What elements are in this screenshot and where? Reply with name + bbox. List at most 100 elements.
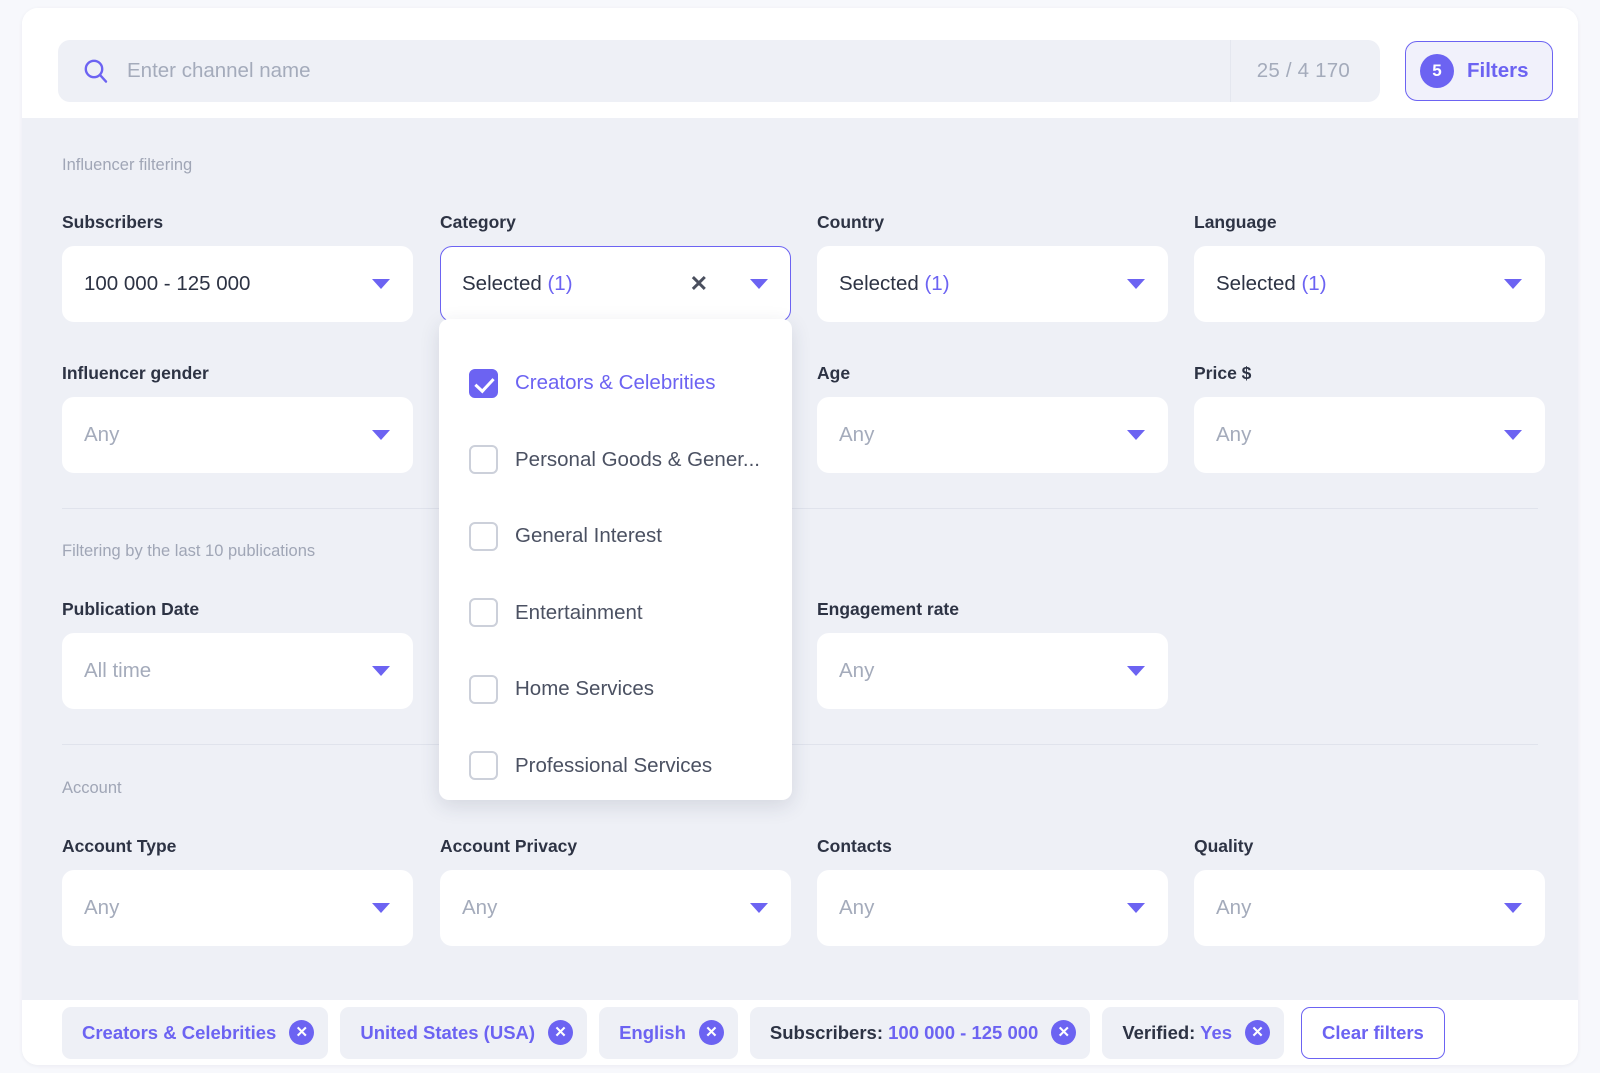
age-select[interactable]: Any xyxy=(817,397,1168,473)
category-dropdown-menu[interactable]: Creators & Celebrities Personal Goods & G… xyxy=(439,319,792,800)
contacts-select[interactable]: Any xyxy=(817,870,1168,946)
filter-chip-value: 100 000 - 125 000 xyxy=(888,1021,1039,1043)
language-value: Selected (1) xyxy=(1216,272,1327,296)
chevron-down-icon xyxy=(372,666,390,676)
field-label-quality: Quality xyxy=(1194,836,1254,856)
field-label-influencer-gender: Influencer gender xyxy=(62,363,209,383)
category-value-text: Selected xyxy=(462,272,542,295)
category-option-label: General Interest xyxy=(515,524,662,548)
field-age: Age Any xyxy=(817,363,1168,473)
account-privacy-select[interactable]: Any xyxy=(440,870,791,946)
remove-filter-icon[interactable]: ✕ xyxy=(1245,1020,1271,1045)
category-value-count: (1) xyxy=(547,272,573,295)
filters-count-badge: 5 xyxy=(1420,54,1454,88)
field-subscribers: Subscribers 100 000 - 125 000 xyxy=(62,212,413,322)
category-option[interactable]: Home Services xyxy=(439,651,792,728)
price-value: Any xyxy=(1216,423,1252,446)
field-price: Price $ Any xyxy=(1194,363,1545,473)
country-select[interactable]: Selected (1) xyxy=(817,246,1168,322)
checkbox-icon[interactable] xyxy=(469,445,498,475)
publication-date-select[interactable]: All time xyxy=(62,633,413,709)
remove-filter-icon[interactable]: ✕ xyxy=(698,1020,724,1045)
field-label-age: Age xyxy=(817,363,851,383)
chevron-down-icon xyxy=(1127,903,1145,913)
category-select[interactable]: Selected (1) ✕ xyxy=(440,246,791,322)
search-field[interactable]: 25 / 4 170 xyxy=(58,40,1380,102)
chevron-down-icon xyxy=(1504,430,1522,440)
category-option[interactable]: Creators & Celebrities xyxy=(439,345,792,422)
category-value: Selected (1) xyxy=(462,272,573,296)
chevron-down-icon xyxy=(1127,430,1145,440)
filter-chip-label: United States (USA) xyxy=(360,1022,535,1044)
field-label-contacts: Contacts xyxy=(817,836,892,856)
chevron-down-icon xyxy=(1127,666,1145,676)
field-contacts: Contacts Any xyxy=(817,836,1168,946)
filter-chip-label: Verified: Yes xyxy=(1122,1022,1232,1044)
filter-chip-value: Yes xyxy=(1200,1021,1233,1043)
filter-chip[interactable]: Verified: Yes ✕ xyxy=(1102,1006,1285,1059)
contacts-value: Any xyxy=(839,896,875,919)
clear-category-icon[interactable]: ✕ xyxy=(690,273,708,295)
category-option[interactable]: Entertainment xyxy=(439,575,792,652)
clear-filters-button[interactable]: Clear filters xyxy=(1301,1006,1445,1059)
field-label-subscribers: Subscribers xyxy=(62,212,164,232)
filter-chip-label: English xyxy=(619,1022,686,1044)
remove-filter-icon[interactable]: ✕ xyxy=(548,1020,574,1045)
price-select[interactable]: Any xyxy=(1194,397,1545,473)
field-label-price: Price $ xyxy=(1194,363,1252,383)
filter-chip-value: English xyxy=(619,1021,686,1043)
search-icon xyxy=(83,58,109,84)
checkbox-icon[interactable] xyxy=(469,674,498,704)
engagement-rate-select[interactable]: Any xyxy=(817,633,1168,709)
field-account-privacy: Account Privacy Any xyxy=(440,836,791,946)
language-select[interactable]: Selected (1) xyxy=(1194,246,1545,322)
checkbox-icon[interactable] xyxy=(469,598,498,628)
checkbox-icon[interactable] xyxy=(469,751,498,781)
section-caption-influencer: Influencer filtering xyxy=(62,156,193,174)
chevron-down-icon xyxy=(372,903,390,913)
engagement-rate-value: Any xyxy=(839,659,875,682)
category-option-label: Professional Services xyxy=(515,753,713,777)
subscribers-select[interactable]: 100 000 - 125 000 xyxy=(62,246,413,322)
section-caption-publications: Filtering by the last 10 publications xyxy=(62,542,316,560)
filters-panel-window: 25 / 4 170 5 Filters Influencer filterin… xyxy=(22,8,1578,1065)
filter-chip-label: Creators & Celebrities xyxy=(82,1022,276,1044)
search-input[interactable] xyxy=(127,40,1230,102)
chevron-down-icon xyxy=(750,279,768,289)
field-influencer-gender: Influencer gender Any xyxy=(62,363,413,473)
language-value-count: (1) xyxy=(1301,272,1327,295)
filter-chip-prefix: Verified: xyxy=(1122,1021,1201,1043)
category-option[interactable]: Personal Goods & Gener... xyxy=(439,422,792,499)
filter-chip-value: United States (USA) xyxy=(360,1021,536,1043)
field-publication-date: Publication Date All time xyxy=(62,599,413,709)
account-privacy-value: Any xyxy=(462,896,498,919)
filter-chip-label: Subscribers: 100 000 - 125 000 xyxy=(770,1022,1038,1044)
field-account-type: Account Type Any xyxy=(62,836,413,946)
category-option-label: Entertainment xyxy=(515,600,643,624)
checkbox-icon[interactable] xyxy=(469,521,498,551)
results-counter: 25 / 4 170 xyxy=(1256,59,1350,82)
filter-chip[interactable]: United States (USA) ✕ xyxy=(340,1006,588,1059)
quality-select[interactable]: Any xyxy=(1194,870,1545,946)
field-engagement-rate: Engagement rate Any xyxy=(817,599,1168,709)
account-type-select[interactable]: Any xyxy=(62,870,413,946)
category-option[interactable]: General Interest xyxy=(439,498,792,575)
field-label-category: Category xyxy=(440,212,516,232)
chevron-down-icon xyxy=(372,279,390,289)
divider-influencer xyxy=(62,508,1538,509)
remove-filter-icon[interactable]: ✕ xyxy=(289,1020,315,1045)
category-option[interactable]: Professional Services xyxy=(439,728,792,805)
active-filters-bar: Creators & Celebrities ✕ United States (US… xyxy=(22,1000,1578,1065)
chevron-down-icon xyxy=(1504,903,1522,913)
filter-chip[interactable]: English ✕ xyxy=(599,1006,738,1059)
filters-button[interactable]: 5 Filters xyxy=(1405,41,1553,101)
country-value-count: (1) xyxy=(924,272,950,295)
filter-chip[interactable]: Creators & Celebrities ✕ xyxy=(62,1006,329,1059)
influencer-gender-select[interactable]: Any xyxy=(62,397,413,473)
chevron-down-icon xyxy=(1504,279,1522,289)
checkbox-checked-icon[interactable] xyxy=(469,368,498,398)
field-quality: Quality Any xyxy=(1194,836,1545,946)
chevron-down-icon xyxy=(1127,279,1145,289)
remove-filter-icon[interactable]: ✕ xyxy=(1051,1020,1077,1045)
filter-chip[interactable]: Subscribers: 100 000 - 125 000 ✕ xyxy=(749,1006,1091,1059)
